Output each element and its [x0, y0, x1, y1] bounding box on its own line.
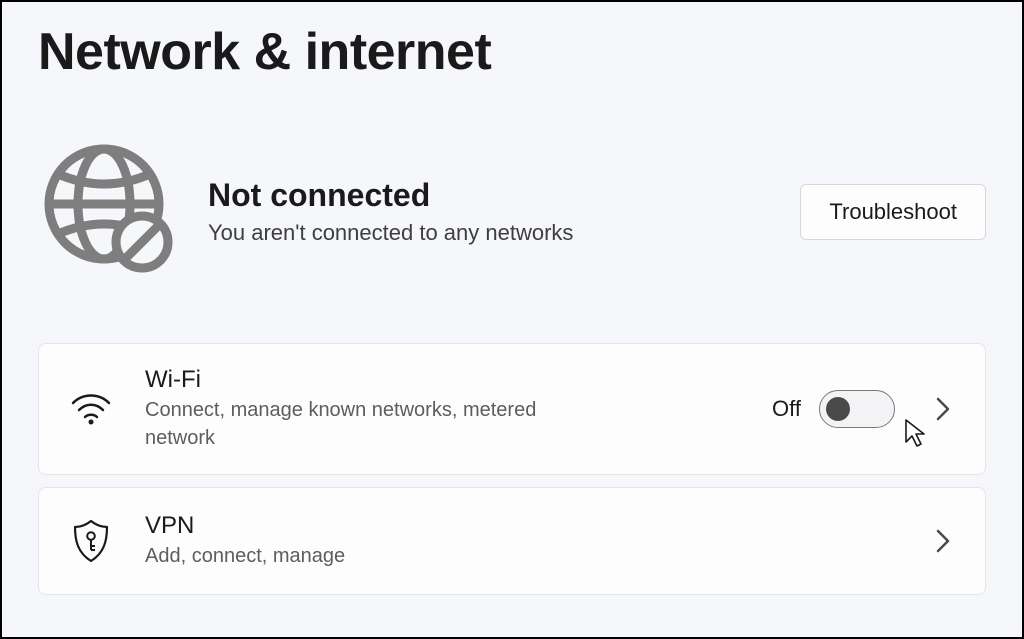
wifi-subtitle: Connect, manage known networks, metered …	[145, 396, 605, 452]
troubleshoot-button[interactable]: Troubleshoot	[800, 184, 986, 240]
wifi-toggle-state-label: Off	[772, 396, 801, 422]
wifi-chevron-right-icon[interactable]	[931, 397, 955, 421]
vpn-subtitle: Add, connect, manage	[145, 542, 605, 570]
vpn-chevron-right-icon[interactable]	[931, 529, 955, 553]
connection-status-subtitle: You aren't connected to any networks	[208, 220, 766, 246]
wifi-settings-row[interactable]: Wi-Fi Connect, manage known networks, me…	[38, 343, 986, 475]
wifi-toggle[interactable]	[819, 390, 895, 428]
vpn-settings-row[interactable]: VPN Add, connect, manage	[38, 487, 986, 595]
connection-status-title: Not connected	[208, 177, 766, 214]
cursor-icon	[904, 418, 930, 453]
page-title: Network & internet	[38, 22, 986, 82]
wifi-title: Wi-Fi	[145, 366, 772, 394]
globe-disconnected-icon	[44, 144, 174, 279]
wifi-icon	[69, 393, 113, 425]
wifi-toggle-knob	[826, 397, 850, 421]
shield-key-icon	[69, 519, 113, 563]
vpn-title: VPN	[145, 512, 913, 540]
connection-status-section: Not connected You aren't connected to an…	[38, 144, 986, 279]
